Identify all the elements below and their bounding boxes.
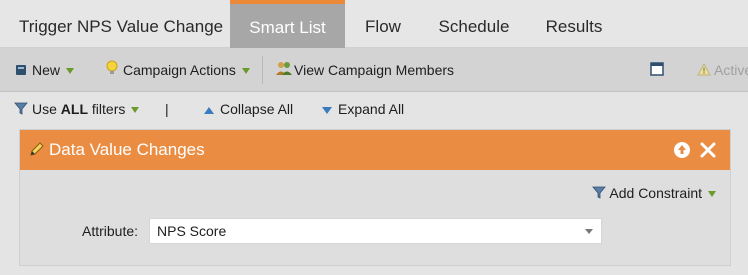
collapse-all-button[interactable]: Collapse All	[204, 92, 293, 126]
new-icon	[15, 49, 27, 93]
collapse-icon	[204, 106, 214, 114]
use-all-suffix: filters	[88, 101, 126, 117]
use-all-prefix: Use	[32, 101, 61, 117]
attribute-select[interactable]: NPS Score	[149, 218, 602, 244]
campaign-actions-label: Campaign Actions	[123, 62, 236, 78]
people-icon	[276, 49, 292, 93]
warning-icon	[697, 49, 711, 93]
active-label: Active	[714, 62, 748, 78]
filter-panel-header[interactable]: Data Value Changes	[20, 130, 730, 170]
toolbar: New Campaign Actions View Campaign Membe…	[0, 48, 748, 92]
attribute-value: NPS Score	[157, 223, 227, 239]
tab-flow[interactable]: Flow	[345, 0, 421, 48]
tab-results[interactable]: Results	[527, 0, 621, 48]
filter-title: Data Value Changes	[49, 140, 205, 159]
add-constraint-button[interactable]: Add Constraint	[592, 182, 716, 204]
attribute-label: Attribute:	[82, 223, 139, 239]
expand-all-button[interactable]: Expand All	[322, 92, 404, 126]
campaign-actions-button[interactable]: Campaign Actions	[106, 48, 250, 92]
filter-bar: Use ALL filters | Collapse All Expand Al…	[0, 92, 748, 126]
expand-all-label: Expand All	[338, 101, 405, 117]
tab-bar: Trigger NPS Value Change Smart List Flow…	[0, 0, 748, 48]
use-all-bold: ALL	[60, 101, 89, 117]
toolbar-divider	[262, 56, 263, 84]
funnel-icon	[14, 93, 28, 127]
new-label: New	[32, 62, 61, 78]
collapse-all-label: Collapse All	[220, 101, 294, 117]
tab-schedule[interactable]: Schedule	[421, 0, 527, 48]
arrow-up-circle-icon[interactable]	[673, 141, 691, 159]
lightbulb-icon	[106, 49, 118, 93]
chevron-down-icon	[708, 191, 716, 198]
add-constraint-label: Add Constraint	[609, 185, 702, 201]
filter-panel: Data Value Changes Add Constraint Attrib…	[19, 129, 731, 266]
use-all-filters-dropdown[interactable]: Use ALL filters	[14, 92, 140, 127]
expand-icon	[322, 106, 332, 114]
chevron-down-icon	[585, 229, 593, 234]
new-button[interactable]: New	[15, 48, 75, 93]
pencil-icon	[29, 142, 44, 162]
window-icon[interactable]	[650, 48, 669, 92]
tab-campaign-name[interactable]: Trigger NPS Value Change	[0, 0, 230, 48]
filter-divider: |	[165, 101, 169, 117]
chevron-down-icon	[241, 68, 250, 75]
chevron-down-icon	[131, 107, 140, 114]
active-status[interactable]: Active	[697, 48, 748, 92]
funnel-icon	[592, 183, 607, 205]
chevron-down-icon	[66, 68, 75, 75]
tab-smart-list[interactable]: Smart List	[230, 0, 345, 48]
close-icon[interactable]	[699, 141, 717, 159]
view-campaign-members-button[interactable]: View Campaign Members	[276, 48, 454, 92]
view-campaign-members-label: View Campaign Members	[294, 62, 455, 78]
